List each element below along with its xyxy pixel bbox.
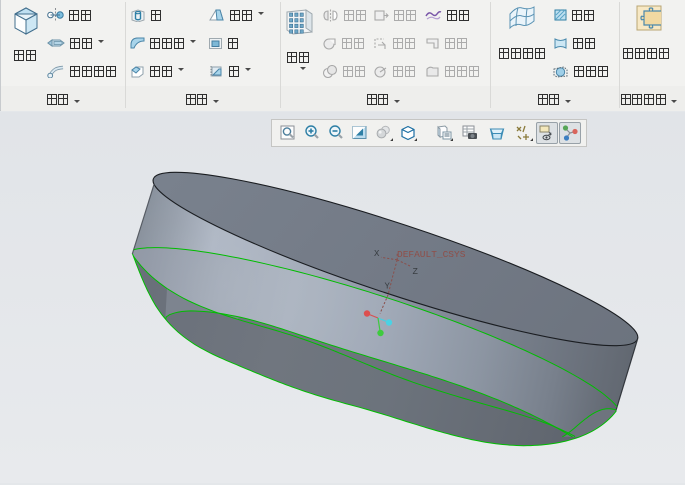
svg-text:Y: Y xyxy=(385,282,391,292)
svg-text:Z: Z xyxy=(413,267,419,277)
svg-text:DEFAULT_CSYS: DEFAULT_CSYS xyxy=(397,249,466,260)
svg-text:X: X xyxy=(374,249,380,259)
